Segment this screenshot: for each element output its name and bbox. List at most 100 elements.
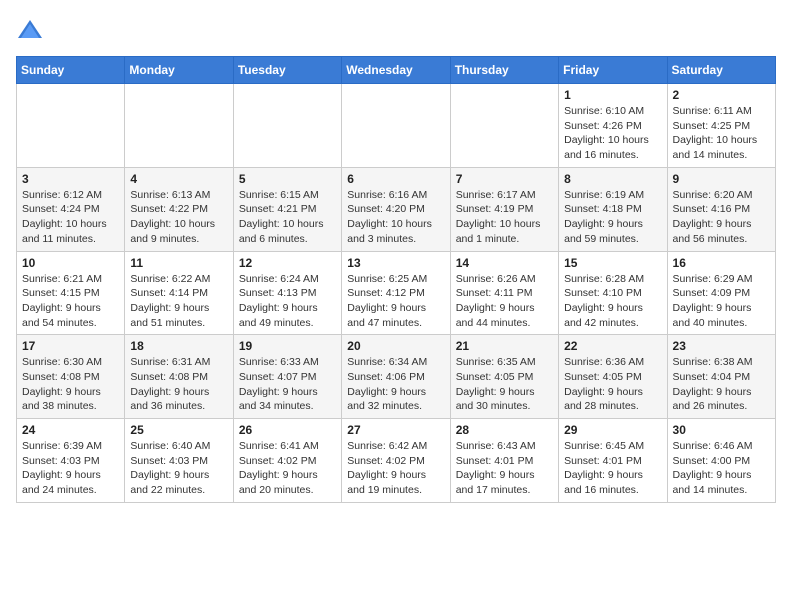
day-info: Sunrise: 6:35 AM Sunset: 4:05 PM Dayligh… [456,355,553,414]
day-number: 21 [456,339,553,353]
day-info: Sunrise: 6:43 AM Sunset: 4:01 PM Dayligh… [456,439,553,498]
calendar-cell: 23 Sunrise: 6:38 AM Sunset: 4:04 PM Dayli… [667,335,775,419]
day-info: Sunrise: 6:13 AM Sunset: 4:22 PM Dayligh… [130,188,227,247]
day-number: 22 [564,339,661,353]
day-number: 30 [673,423,770,437]
day-info: Sunrise: 6:20 AM Sunset: 4:16 PM Dayligh… [673,188,770,247]
day-header-wednesday: Wednesday [342,57,450,84]
calendar-cell: 2 Sunrise: 6:11 AM Sunset: 4:25 PM Daylig… [667,84,775,168]
day-info: Sunrise: 6:36 AM Sunset: 4:05 PM Dayligh… [564,355,661,414]
day-header-tuesday: Tuesday [233,57,341,84]
calendar-cell [233,84,341,168]
day-info: Sunrise: 6:24 AM Sunset: 4:13 PM Dayligh… [239,272,336,331]
calendar-week-1: 1 Sunrise: 6:10 AM Sunset: 4:26 PM Daylig… [17,84,776,168]
day-info: Sunrise: 6:29 AM Sunset: 4:09 PM Dayligh… [673,272,770,331]
day-info: Sunrise: 6:42 AM Sunset: 4:02 PM Dayligh… [347,439,444,498]
day-number: 3 [22,172,119,186]
day-number: 17 [22,339,119,353]
calendar-cell: 24 Sunrise: 6:39 AM Sunset: 4:03 PM Dayli… [17,419,125,503]
calendar-cell: 6 Sunrise: 6:16 AM Sunset: 4:20 PM Daylig… [342,167,450,251]
calendar-cell: 20 Sunrise: 6:34 AM Sunset: 4:06 PM Dayli… [342,335,450,419]
day-info: Sunrise: 6:31 AM Sunset: 4:08 PM Dayligh… [130,355,227,414]
day-info: Sunrise: 6:25 AM Sunset: 4:12 PM Dayligh… [347,272,444,331]
calendar-cell [17,84,125,168]
day-info: Sunrise: 6:15 AM Sunset: 4:21 PM Dayligh… [239,188,336,247]
calendar-cell: 17 Sunrise: 6:30 AM Sunset: 4:08 PM Dayli… [17,335,125,419]
day-header-thursday: Thursday [450,57,558,84]
calendar-cell: 28 Sunrise: 6:43 AM Sunset: 4:01 PM Dayli… [450,419,558,503]
day-number: 20 [347,339,444,353]
day-info: Sunrise: 6:10 AM Sunset: 4:26 PM Dayligh… [564,104,661,163]
calendar-cell: 12Sunrise: 6:24 AM Sunset: 4:13 PM Dayli… [233,251,341,335]
day-info: Sunrise: 6:12 AM Sunset: 4:24 PM Dayligh… [22,188,119,247]
calendar-cell [125,84,233,168]
calendar-cell: 25Sunrise: 6:40 AM Sunset: 4:03 PM Dayli… [125,419,233,503]
calendar-cell: 26 Sunrise: 6:41 AM Sunset: 4:02 PM Dayli… [233,419,341,503]
day-number: 6 [347,172,444,186]
logo [16,16,48,44]
day-info: Sunrise: 6:17 AM Sunset: 4:19 PM Dayligh… [456,188,553,247]
day-number: 2 [673,88,770,102]
day-number: 15 [564,256,661,270]
day-number: 11 [130,256,227,270]
calendar-cell: 22 Sunrise: 6:36 AM Sunset: 4:05 PM Dayli… [559,335,667,419]
calendar-table: SundayMondayTuesdayWednesdayThursdayFrid… [16,56,776,503]
day-info: Sunrise: 6:30 AM Sunset: 4:08 PM Dayligh… [22,355,119,414]
day-number: 8 [564,172,661,186]
day-number: 1 [564,88,661,102]
day-info: Sunrise: 6:41 AM Sunset: 4:02 PM Dayligh… [239,439,336,498]
day-number: 7 [456,172,553,186]
calendar-week-5: 24 Sunrise: 6:39 AM Sunset: 4:03 PM Dayli… [17,419,776,503]
day-info: Sunrise: 6:34 AM Sunset: 4:06 PM Dayligh… [347,355,444,414]
day-number: 23 [673,339,770,353]
day-header-friday: Friday [559,57,667,84]
calendar-cell: 27 Sunrise: 6:42 AM Sunset: 4:02 PM Dayli… [342,419,450,503]
calendar-cell [450,84,558,168]
calendar-cell [342,84,450,168]
calendar-cell: 29Sunrise: 6:45 AM Sunset: 4:01 PM Dayli… [559,419,667,503]
calendar-cell: 11 Sunrise: 6:22 AM Sunset: 4:14 PM Dayli… [125,251,233,335]
day-number: 16 [673,256,770,270]
calendar-cell: 7 Sunrise: 6:17 AM Sunset: 4:19 PM Daylig… [450,167,558,251]
calendar-cell: 30 Sunrise: 6:46 AM Sunset: 4:00 PM Dayli… [667,419,775,503]
logo-icon [16,16,44,44]
day-info: Sunrise: 6:11 AM Sunset: 4:25 PM Dayligh… [673,104,770,163]
calendar-cell: 1 Sunrise: 6:10 AM Sunset: 4:26 PM Daylig… [559,84,667,168]
day-number: 27 [347,423,444,437]
day-info: Sunrise: 6:38 AM Sunset: 4:04 PM Dayligh… [673,355,770,414]
day-number: 19 [239,339,336,353]
day-info: Sunrise: 6:19 AM Sunset: 4:18 PM Dayligh… [564,188,661,247]
day-number: 14 [456,256,553,270]
day-number: 13 [347,256,444,270]
day-number: 28 [456,423,553,437]
day-info: Sunrise: 6:21 AM Sunset: 4:15 PM Dayligh… [22,272,119,331]
day-number: 26 [239,423,336,437]
day-number: 5 [239,172,336,186]
calendar-cell: 15Sunrise: 6:28 AM Sunset: 4:10 PM Dayli… [559,251,667,335]
calendar-cell: 10 Sunrise: 6:21 AM Sunset: 4:15 PM Dayli… [17,251,125,335]
calendar-cell: 21 Sunrise: 6:35 AM Sunset: 4:05 PM Dayli… [450,335,558,419]
day-info: Sunrise: 6:40 AM Sunset: 4:03 PM Dayligh… [130,439,227,498]
day-info: Sunrise: 6:22 AM Sunset: 4:14 PM Dayligh… [130,272,227,331]
day-number: 10 [22,256,119,270]
day-info: Sunrise: 6:39 AM Sunset: 4:03 PM Dayligh… [22,439,119,498]
calendar-header-row: SundayMondayTuesdayWednesdayThursdayFrid… [17,57,776,84]
calendar-cell: 9Sunrise: 6:20 AM Sunset: 4:16 PM Daylig… [667,167,775,251]
calendar-cell: 16 Sunrise: 6:29 AM Sunset: 4:09 PM Dayli… [667,251,775,335]
calendar-cell: 5 Sunrise: 6:15 AM Sunset: 4:21 PM Daylig… [233,167,341,251]
day-info: Sunrise: 6:33 AM Sunset: 4:07 PM Dayligh… [239,355,336,414]
day-info: Sunrise: 6:45 AM Sunset: 4:01 PM Dayligh… [564,439,661,498]
day-number: 24 [22,423,119,437]
day-info: Sunrise: 6:26 AM Sunset: 4:11 PM Dayligh… [456,272,553,331]
calendar-cell: 19 Sunrise: 6:33 AM Sunset: 4:07 PM Dayli… [233,335,341,419]
calendar-week-4: 17 Sunrise: 6:30 AM Sunset: 4:08 PM Dayli… [17,335,776,419]
day-number: 18 [130,339,227,353]
calendar-cell: 8 Sunrise: 6:19 AM Sunset: 4:18 PM Daylig… [559,167,667,251]
day-header-saturday: Saturday [667,57,775,84]
calendar-week-2: 3 Sunrise: 6:12 AM Sunset: 4:24 PM Daylig… [17,167,776,251]
day-info: Sunrise: 6:46 AM Sunset: 4:00 PM Dayligh… [673,439,770,498]
day-info: Sunrise: 6:16 AM Sunset: 4:20 PM Dayligh… [347,188,444,247]
calendar-cell: 13 Sunrise: 6:25 AM Sunset: 4:12 PM Dayli… [342,251,450,335]
day-header-monday: Monday [125,57,233,84]
day-header-sunday: Sunday [17,57,125,84]
